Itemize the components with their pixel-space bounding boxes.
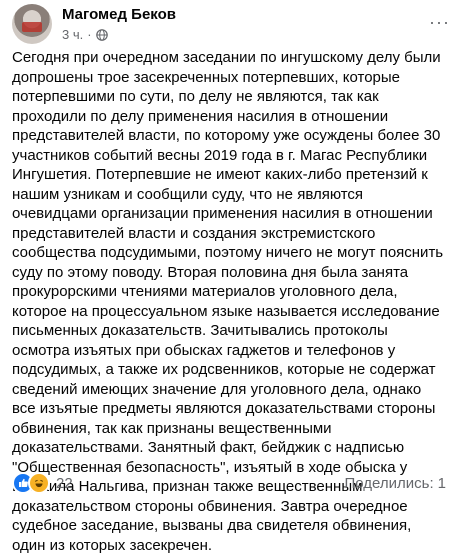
globe-icon[interactable] bbox=[95, 28, 108, 41]
avatar-badge bbox=[22, 22, 42, 32]
post-time[interactable]: 3 ч. bbox=[62, 27, 83, 42]
reaction-count[interactable]: 22 bbox=[56, 475, 73, 492]
meta-separator: · bbox=[87, 27, 92, 42]
avatar[interactable] bbox=[12, 4, 52, 44]
haha-reaction-icon[interactable] bbox=[28, 472, 50, 494]
post-meta: 3 ч. · bbox=[62, 27, 108, 42]
shares-link[interactable]: Поделились: 1 bbox=[345, 475, 446, 492]
shares-label: Поделились: bbox=[344, 474, 434, 492]
post-header: Магомед Беков 3 ч. · ··· bbox=[12, 4, 452, 44]
post-footer: 22 Поделились: 1 bbox=[12, 470, 452, 496]
more-options-icon[interactable]: ··· bbox=[429, 12, 450, 33]
author-name[interactable]: Магомед Беков bbox=[62, 6, 176, 23]
shares-count: 1 bbox=[437, 474, 446, 492]
